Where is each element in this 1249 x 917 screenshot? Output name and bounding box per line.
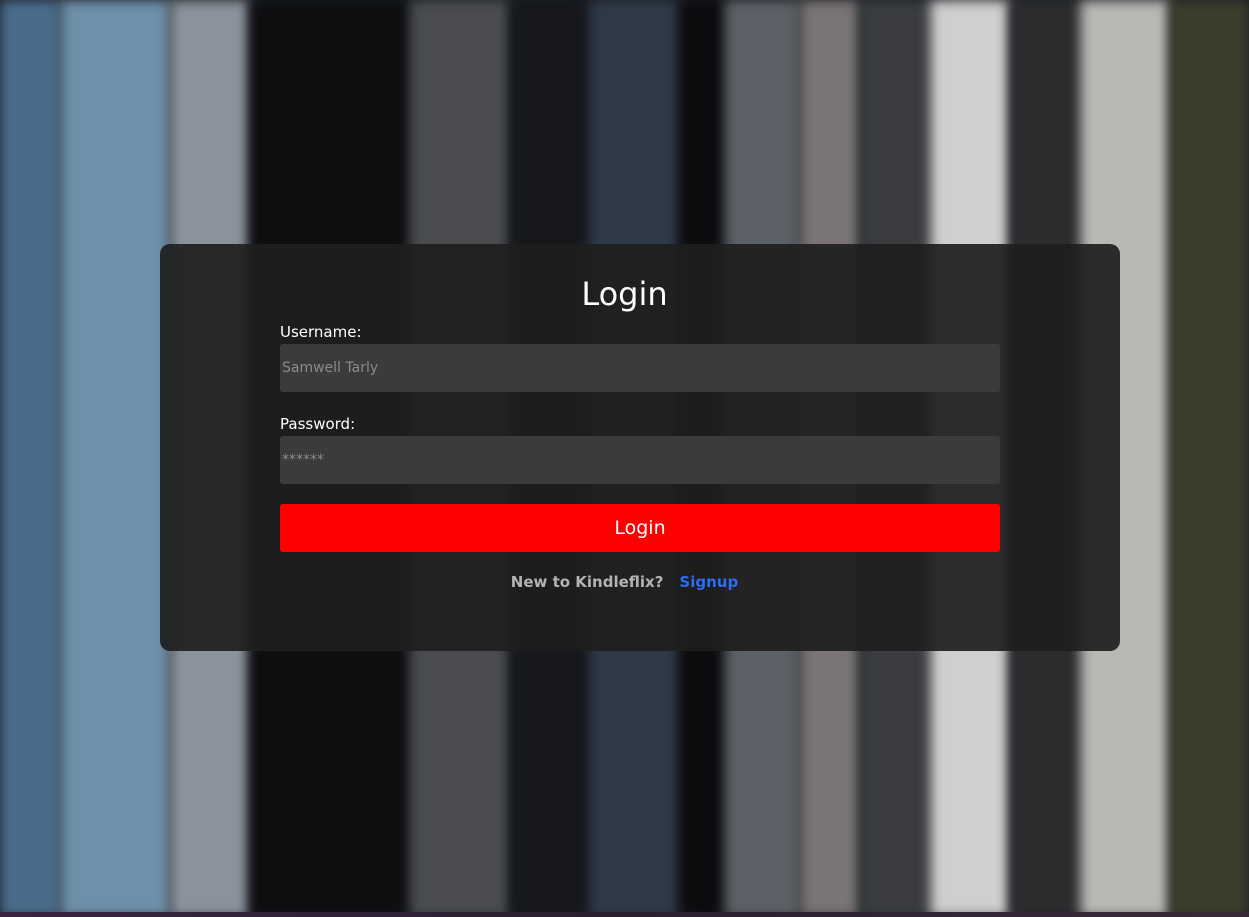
signup-row: New to Kindleflix? Signup bbox=[0, 572, 1249, 592]
password-label: Password: bbox=[280, 415, 356, 433]
signup-link[interactable]: Signup bbox=[679, 573, 738, 591]
username-input[interactable] bbox=[280, 344, 1000, 392]
username-label: Username: bbox=[280, 323, 362, 341]
password-input[interactable] bbox=[280, 436, 1000, 484]
window-bottom-strip bbox=[0, 912, 1249, 917]
login-title: Login bbox=[581, 275, 668, 313]
login-button[interactable]: Login bbox=[280, 504, 1000, 552]
signup-prompt: New to Kindleflix? bbox=[510, 573, 664, 591]
